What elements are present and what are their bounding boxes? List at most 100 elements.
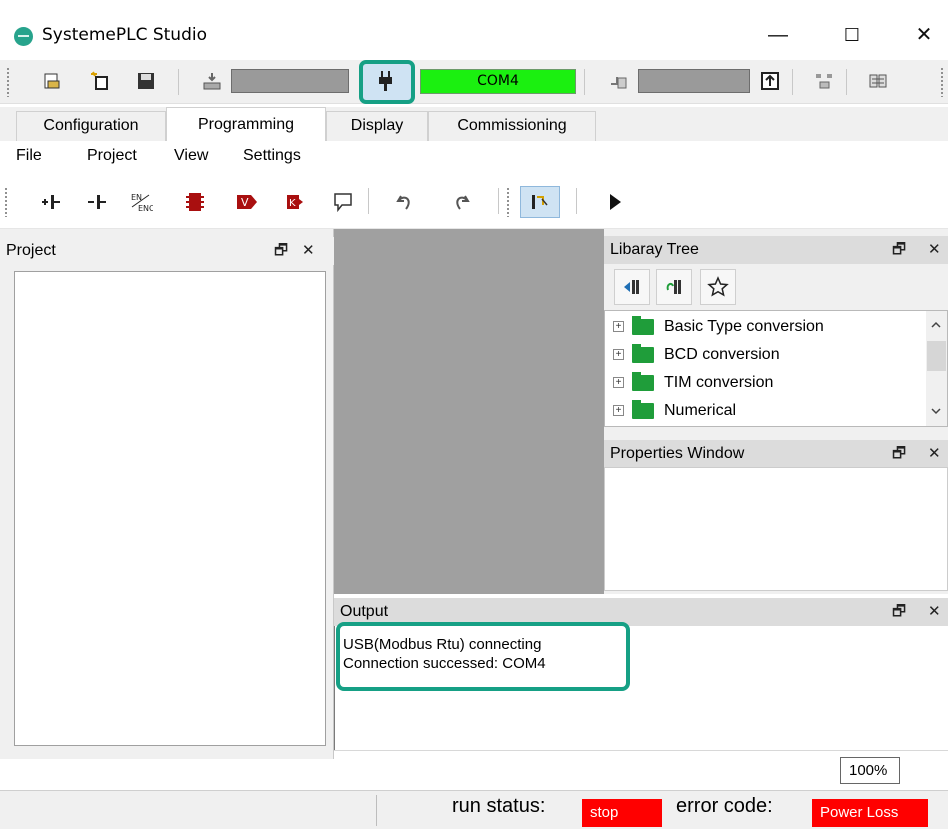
float-icon[interactable]: 🗗 <box>274 237 288 265</box>
run-status-label: run status: <box>452 795 546 817</box>
insert-contact-icon[interactable] <box>38 190 64 214</box>
tree-item-label: TIM conversion <box>664 373 774 391</box>
tab-programming[interactable]: Programming <box>166 107 326 141</box>
library-tree-header: Libaray Tree 🗗 ✕ <box>604 236 948 264</box>
open-project-icon[interactable] <box>40 69 64 93</box>
float-icon[interactable]: 🗗 <box>892 236 906 264</box>
toolbar-grip[interactable] <box>506 187 510 217</box>
monitor-icon[interactable] <box>866 69 890 93</box>
export-icon[interactable] <box>758 69 782 93</box>
project-panel-header: Project 🗗 ✕ <box>0 237 334 265</box>
app-logo-icon <box>14 27 33 46</box>
status-bar: run status: stop error code: Power Loss <box>0 790 948 829</box>
error-code-badge: Power Loss <box>812 799 928 827</box>
collapse-all-icon[interactable] <box>614 269 650 305</box>
menu-view[interactable]: View <box>174 147 208 165</box>
run-play-icon[interactable] <box>602 190 628 214</box>
properties-title: Properties Window <box>610 445 745 462</box>
scroll-down-icon[interactable] <box>931 407 941 415</box>
tree-item[interactable]: + BCD conversion <box>613 341 780 368</box>
constant-k-icon[interactable]: K <box>282 190 308 214</box>
tab-configuration[interactable]: Configuration <box>16 111 166 141</box>
close-icon[interactable]: ✕ <box>928 236 941 264</box>
new-project-icon[interactable] <box>88 69 112 93</box>
variable-v-icon[interactable]: V <box>234 190 260 214</box>
expand-icon[interactable]: + <box>613 321 624 332</box>
toolbar-separator <box>576 188 577 214</box>
delete-contact-icon[interactable] <box>84 190 110 214</box>
toolbar-separator <box>368 188 369 214</box>
project-panel-title: Project <box>6 242 56 259</box>
library-tree: + Basic Type conversion + BCD conversion… <box>604 310 948 427</box>
menu-settings[interactable]: Settings <box>243 147 301 165</box>
float-icon[interactable]: 🗗 <box>892 440 906 468</box>
save-icon[interactable] <box>134 69 158 93</box>
clipped-top-strip <box>0 0 948 10</box>
folder-icon <box>632 371 654 391</box>
undo-icon[interactable] <box>392 190 418 214</box>
title-bar: SystemePLC Studio — ☐ ✕ <box>0 10 948 58</box>
comment-icon[interactable] <box>330 190 356 214</box>
close-button[interactable]: ✕ <box>904 20 944 52</box>
minimize-button[interactable]: — <box>758 20 798 52</box>
properties-header: Properties Window 🗗 ✕ <box>604 440 948 468</box>
com-port-indicator: COM4 <box>420 69 576 94</box>
expand-icon[interactable]: + <box>613 377 624 388</box>
scroll-thumb[interactable] <box>927 341 946 371</box>
redo-icon[interactable] <box>448 190 474 214</box>
output-title: Output <box>340 603 389 620</box>
folder-icon <box>632 343 654 363</box>
en-eno-icon[interactable]: EN ENO <box>128 190 154 214</box>
tree-item[interactable]: + Basic Type conversion <box>613 313 824 340</box>
tree-item[interactable]: + Numerical <box>613 397 736 424</box>
editor-area[interactable] <box>334 229 604 594</box>
main-tabs: Configuration Programming Display Commis… <box>0 107 948 141</box>
svg-text:V: V <box>241 196 249 209</box>
expand-icon[interactable]: + <box>613 349 624 360</box>
favorites-star-icon[interactable] <box>700 269 736 305</box>
download-progress-bar <box>231 69 349 93</box>
maximize-button[interactable]: ☐ <box>832 20 872 52</box>
status-separator <box>376 795 377 826</box>
svg-text:K: K <box>289 198 296 209</box>
menu-file[interactable]: File <box>16 147 42 165</box>
project-tree[interactable] <box>14 271 326 746</box>
library-toolbar <box>604 264 948 308</box>
output-panel: USB(Modbus Rtu) connecting Connection su… <box>334 622 948 750</box>
function-block-icon[interactable] <box>182 190 208 214</box>
menu-project[interactable]: Project <box>87 147 137 165</box>
tree-item-label: Numerical <box>664 401 737 419</box>
toolbar-grip[interactable] <box>6 67 10 97</box>
toolbar-separator <box>498 188 499 214</box>
output-line: USB(Modbus Rtu) connecting <box>343 636 542 653</box>
programming-toolbar: EN ENO V K <box>0 173 948 229</box>
output-line: Connection successed: COM4 <box>343 655 546 672</box>
tree-scrollbar[interactable] <box>926 311 947 426</box>
close-icon[interactable]: ✕ <box>928 598 941 626</box>
toolbar-grip[interactable] <box>940 67 944 97</box>
folder-icon <box>632 315 654 335</box>
float-icon[interactable]: 🗗 <box>892 598 906 626</box>
download-icon[interactable] <box>200 69 224 93</box>
folder-icon <box>632 399 654 419</box>
close-icon[interactable]: ✕ <box>928 440 941 468</box>
upload-progress-bar <box>638 69 750 93</box>
tab-display[interactable]: Display <box>326 111 428 141</box>
connect-button[interactable] <box>359 60 415 104</box>
window-title: SystemePLC Studio <box>42 25 207 45</box>
toolbar-separator <box>792 69 793 95</box>
zoom-level[interactable]: 100% <box>840 757 900 784</box>
toolbar-grip[interactable] <box>4 187 8 217</box>
svg-text:ENO: ENO <box>138 204 153 213</box>
refresh-library-icon[interactable] <box>656 269 692 305</box>
compare-icon[interactable] <box>812 69 836 93</box>
close-icon[interactable]: ✕ <box>302 237 315 265</box>
tree-item[interactable]: + TIM conversion <box>613 369 773 396</box>
error-code-label: error code: <box>676 795 773 817</box>
select-mode-icon[interactable] <box>520 186 560 218</box>
scroll-up-icon[interactable] <box>931 321 941 329</box>
expand-icon[interactable]: + <box>613 405 624 416</box>
upload-icon[interactable] <box>606 69 630 93</box>
plug-icon <box>377 70 395 98</box>
tab-commissioning[interactable]: Commissioning <box>428 111 596 141</box>
